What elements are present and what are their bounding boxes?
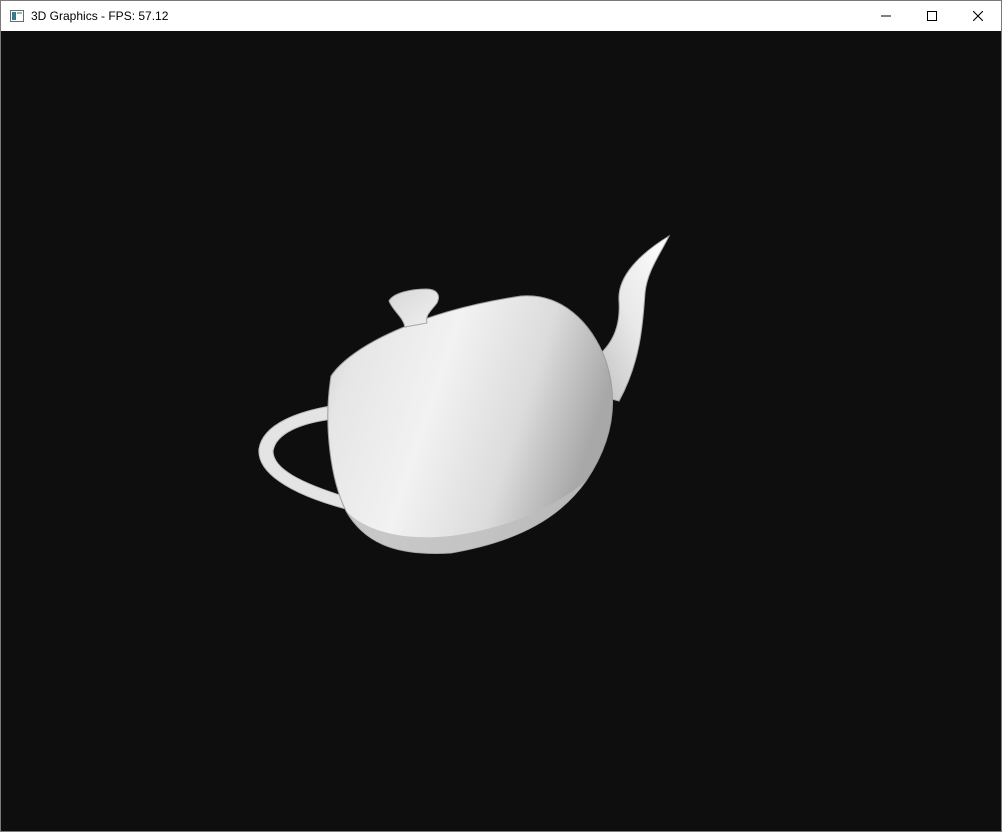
teapot-render xyxy=(258,234,671,554)
window-title: 3D Graphics - FPS: 57.12 xyxy=(31,9,169,23)
maximize-button[interactable] xyxy=(909,1,955,31)
app-window-icon xyxy=(9,8,25,24)
app-window: 3D Graphics - FPS: 57.12 xyxy=(0,0,1002,832)
maximize-icon xyxy=(927,11,937,21)
title-bar[interactable]: 3D Graphics - FPS: 57.12 xyxy=(1,1,1001,31)
close-button[interactable] xyxy=(955,1,1001,31)
minimize-icon xyxy=(881,15,891,17)
teapot-body xyxy=(327,295,614,554)
close-icon xyxy=(973,11,983,21)
minimize-button[interactable] xyxy=(863,1,909,31)
render-viewport[interactable] xyxy=(1,31,1001,831)
window-controls xyxy=(863,1,1001,31)
